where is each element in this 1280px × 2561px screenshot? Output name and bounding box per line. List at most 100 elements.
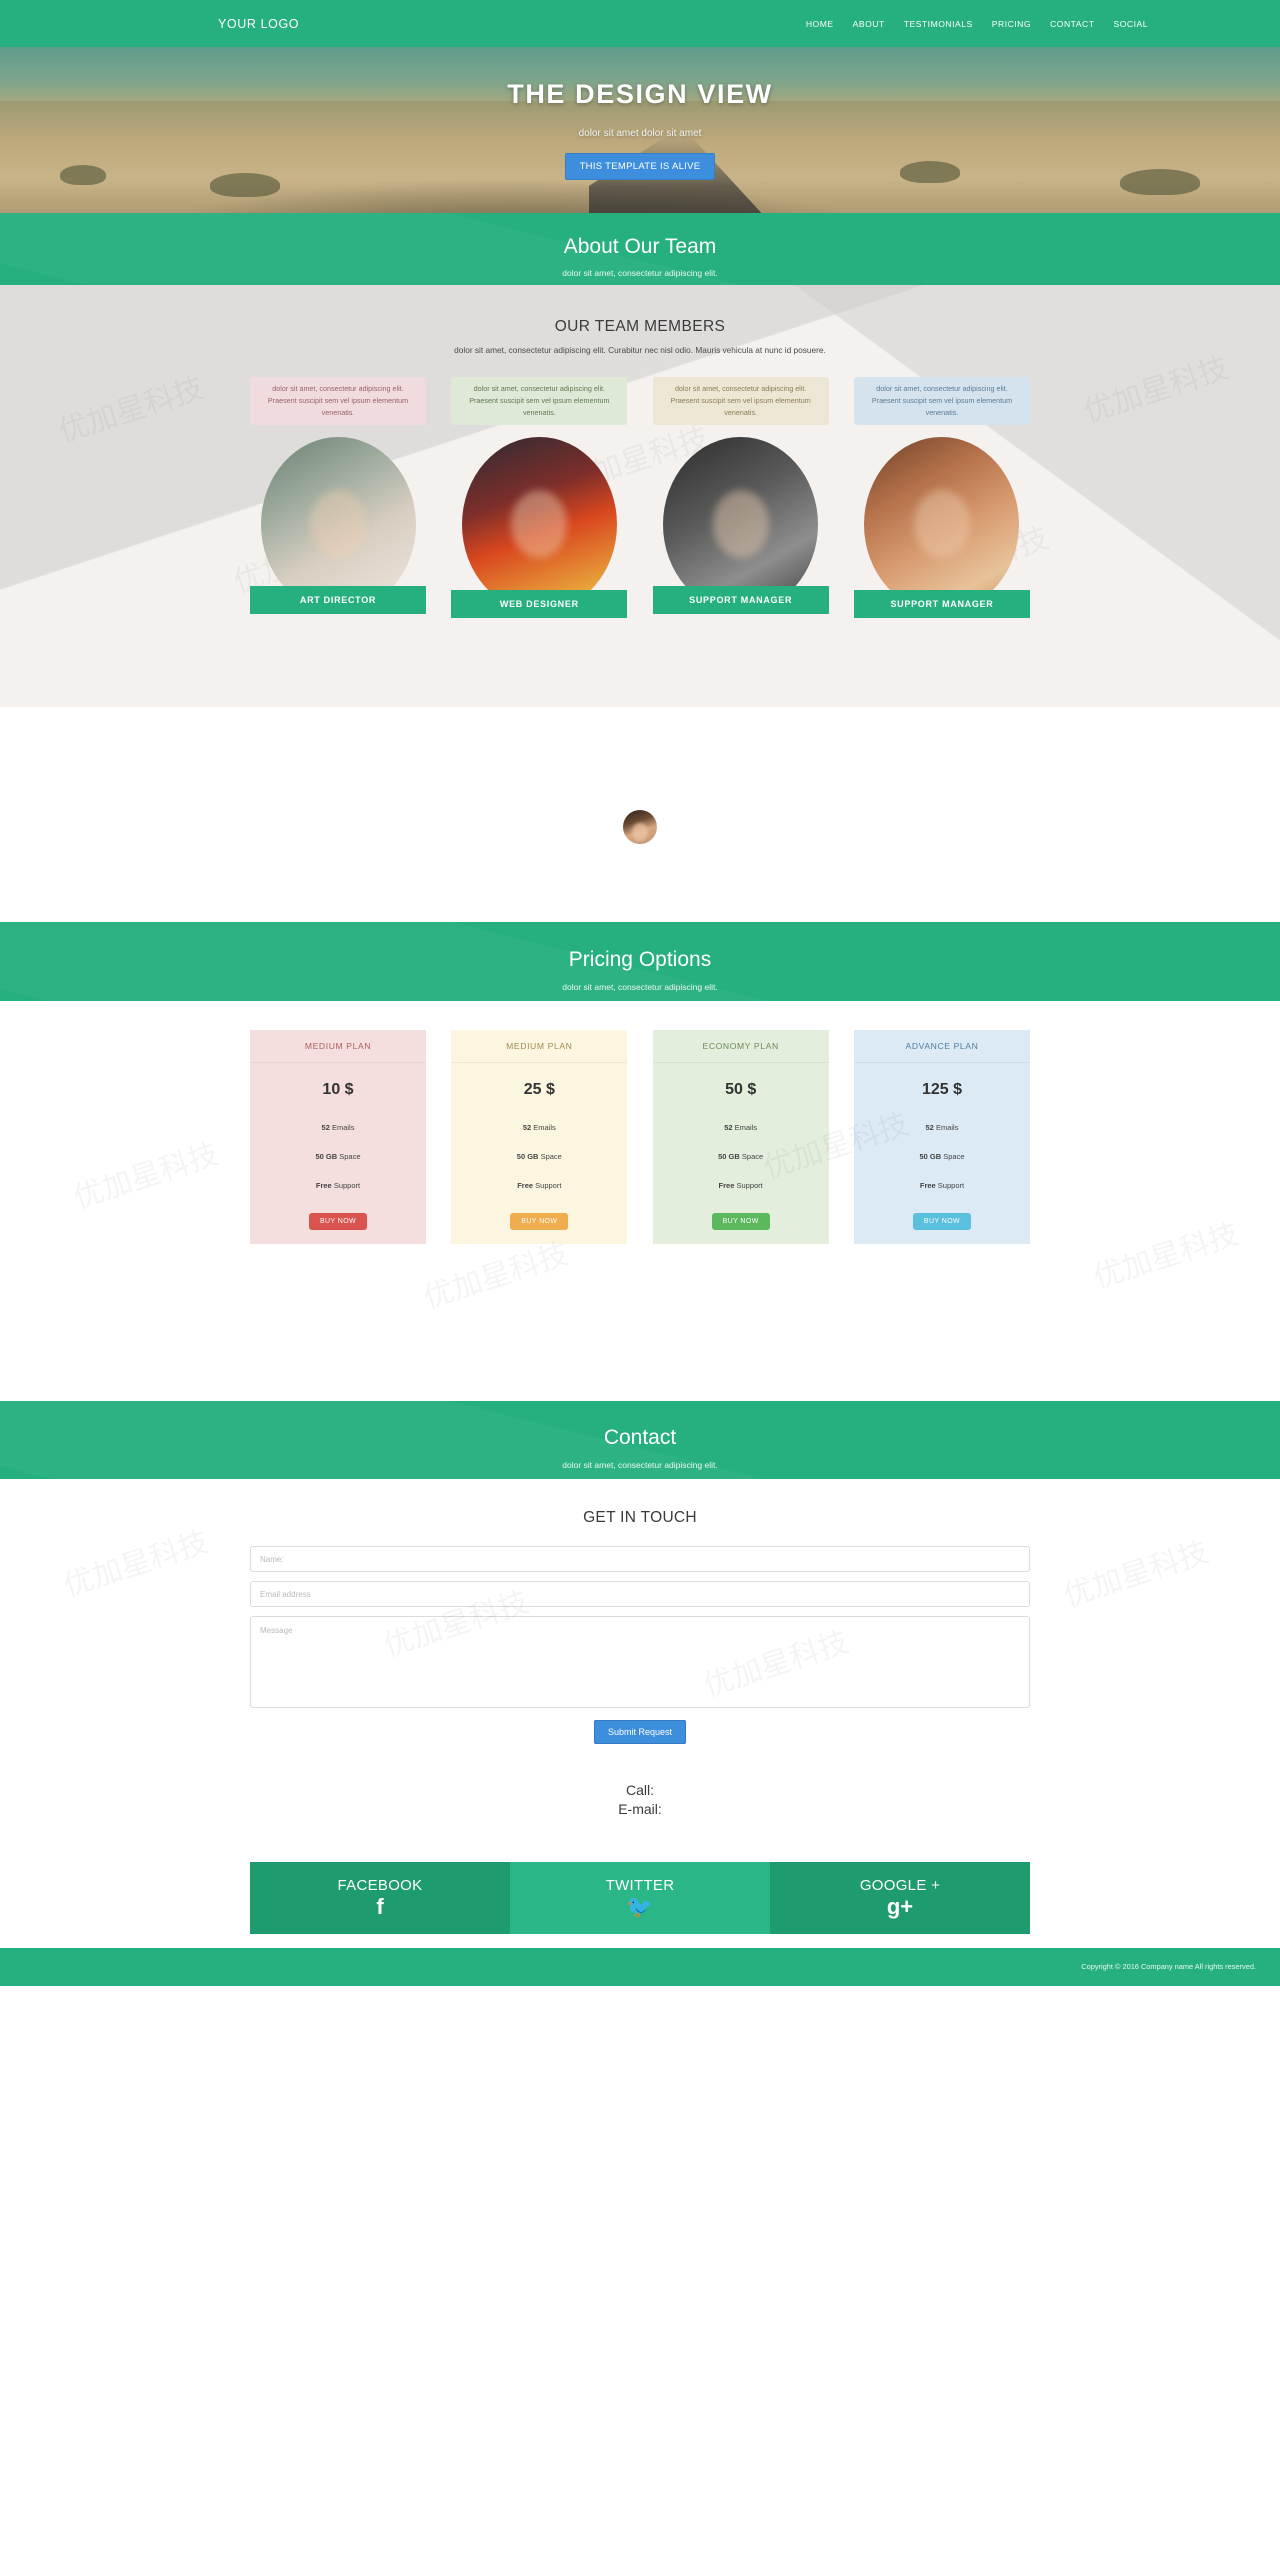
message-textarea[interactable] [250, 1616, 1030, 1708]
nav-item-testimonials[interactable]: TESTIMONIALS [904, 19, 973, 29]
plan-emails-label: Emails [933, 1123, 959, 1132]
social-tile-twitter[interactable]: TWITTER 🐦 [510, 1861, 770, 1934]
team-member-role[interactable]: WEB DESIGNER [451, 590, 628, 618]
social-tile-google-plus[interactable]: GOOGLE + g+ [770, 1861, 1030, 1934]
buy-now-button[interactable]: BUY NOW [912, 1213, 972, 1230]
buy-now-button[interactable]: BUY NOW [510, 1213, 569, 1230]
email-label: E-mail: [618, 1801, 662, 1818]
plan-space-value: 50 GB [516, 1152, 539, 1161]
plan-price: 25 $ [523, 1081, 555, 1098]
plan-name: ADVANCE PLAN [853, 1030, 1030, 1063]
plan-emails-value: 52 [321, 1123, 330, 1132]
team-member-card: dolor sit amet, consectetur adipiscing e… [853, 377, 1030, 618]
team-member-role[interactable]: ART DIRECTOR [250, 586, 426, 614]
team-subheading: dolor sit amet, consectetur adipiscing e… [454, 345, 826, 355]
plan-emails-value: 52 [522, 1123, 532, 1132]
submit-request-button[interactable]: Submit Request [593, 1720, 687, 1744]
pricing-card: ECONOMY PLAN 50 $ 52 Emails 50 GB Space … [652, 1030, 829, 1244]
plan-price: 50 $ [725, 1081, 757, 1098]
plan-name: ECONOMY PLAN [652, 1030, 829, 1063]
plan-feature-emails: 52 Emails [653, 1123, 829, 1132]
pricing-card: MEDIUM PLAN 10 $ 52 Emails 50 GB Space F… [250, 1030, 426, 1244]
call-label: Call: [625, 1782, 654, 1798]
plan-support-label: Support [935, 1181, 965, 1190]
plan-support-value: Free [718, 1181, 735, 1190]
hero-cta-button[interactable]: THIS TEMPLATE IS ALIVE [564, 153, 716, 180]
plan-support-label: Support [734, 1181, 763, 1190]
hero-subtitle: dolor sit amet dolor sit amet [578, 128, 702, 139]
contact-section: 优加星科技 优加星科技 优加星科技 优加星科技 GET IN TOUCH Sub… [0, 1479, 1280, 1934]
plan-support-value: Free [315, 1181, 332, 1190]
facebook-icon: f [376, 1894, 384, 1920]
team-member-description: dolor sit amet, consectetur adipiscing e… [250, 377, 426, 425]
nav-item-pricing[interactable]: PRICING [992, 19, 1031, 29]
plan-name: MEDIUM PLAN [250, 1030, 426, 1063]
team-member-photo [864, 437, 1020, 612]
team-member-photo [461, 437, 617, 612]
plan-feature-space: 50 GB Space [451, 1152, 627, 1161]
plan-emails-label: Emails [732, 1123, 758, 1132]
google-plus-icon: g+ [886, 1894, 914, 1920]
site-logo[interactable]: YOUR LOGO [120, 17, 299, 31]
plan-feature-emails: 52 Emails [451, 1123, 627, 1132]
plan-name: MEDIUM PLAN [451, 1030, 628, 1063]
plan-feature-support: Free Support [451, 1181, 627, 1190]
name-input[interactable] [250, 1546, 1030, 1572]
plan-feature-space: 50 GB Space [854, 1152, 1030, 1161]
buy-now-button[interactable]: BUY NOW [308, 1213, 368, 1230]
buy-now-button[interactable]: BUY NOW [711, 1213, 770, 1230]
team-member-role[interactable]: SUPPORT MANAGER [652, 586, 829, 614]
plan-feature-emails: 52 Emails [854, 1123, 1030, 1132]
team-heading: OUR TEAM MEMBERS [554, 318, 726, 335]
team-member-card: dolor sit amet, consectetur adipiscing e… [652, 377, 829, 614]
social-label-facebook: FACEBOOK [337, 1877, 423, 1895]
contact-details: Call: E-mail: [0, 1781, 1280, 1820]
hero-banner: THE DESIGN VIEW dolor sit amet dolor sit… [0, 47, 1280, 213]
contact-subtitle: dolor sit amet, consectetur adipiscing e… [562, 1460, 718, 1470]
about-subtitle: dolor sit amet, consectetur adipiscing e… [562, 268, 718, 278]
contact-title: Contact [603, 1426, 677, 1449]
plan-feature-support: Free Support [653, 1181, 829, 1190]
nav-item-contact[interactable]: CONTACT [1050, 19, 1094, 29]
plan-support-value: Free [919, 1181, 936, 1190]
about-section-header: About Our Team dolor sit amet, consectet… [0, 213, 1280, 285]
nav-item-social[interactable]: SOCIAL [1113, 19, 1148, 29]
team-member-description: dolor sit amet, consectetur adipiscing e… [853, 377, 1030, 425]
pricing-card: MEDIUM PLAN 25 $ 52 Emails 50 GB Space F… [451, 1030, 628, 1244]
plan-feature-space: 50 GB Space [653, 1152, 829, 1161]
social-label-google-plus: GOOGLE + [859, 1877, 941, 1895]
social-links: FACEBOOK f TWITTER 🐦 GOOGLE + g+ [250, 1861, 1030, 1934]
team-member-description: dolor sit amet, consectetur adipiscing e… [451, 377, 628, 425]
nav-links: HOME ABOUT TESTIMONIALS PRICING CONTACT … [806, 19, 1160, 29]
copyright-text: Copyright © 2016 Company name All rights… [1081, 1962, 1256, 1972]
pricing-section: 优加星科技 优加星科技 优加星科技 优加星科技 MEDIUM PLAN 10 $… [0, 1001, 1280, 1401]
plan-emails-label: Emails [531, 1123, 556, 1132]
social-label-twitter: TWITTER [605, 1877, 675, 1895]
plan-space-value: 50 GB [315, 1152, 338, 1161]
team-member-role[interactable]: SUPPORT MANAGER [853, 590, 1030, 618]
plan-space-label: Space [739, 1152, 764, 1161]
nav-item-about[interactable]: ABOUT [853, 19, 885, 29]
plan-space-label: Space [337, 1152, 361, 1161]
plan-space-label: Space [941, 1152, 965, 1161]
pricing-grid: MEDIUM PLAN 10 $ 52 Emails 50 GB Space F… [250, 1030, 1030, 1244]
pricing-card: ADVANCE PLAN 125 $ 52 Emails 50 GB Space… [853, 1030, 1030, 1244]
testimonial-avatar [623, 810, 657, 844]
email-input[interactable] [250, 1581, 1030, 1607]
plan-emails-value: 52 [925, 1123, 934, 1132]
team-member-description: dolor sit amet, consectetur adipiscing e… [652, 377, 829, 425]
hero-title: THE DESIGN VIEW [507, 79, 773, 109]
plan-support-label: Support [331, 1181, 361, 1190]
team-member-card: dolor sit amet, consectetur adipiscing e… [451, 377, 628, 618]
pricing-subtitle: dolor sit amet, consectetur adipiscing e… [562, 982, 718, 992]
top-navbar: YOUR LOGO HOME ABOUT TESTIMONIALS PRICIN… [0, 0, 1280, 47]
plan-space-value: 50 GB [718, 1152, 740, 1161]
nav-item-home[interactable]: HOME [806, 19, 834, 29]
plan-price: 125 $ [921, 1081, 962, 1098]
plan-support-value: Free [517, 1181, 534, 1190]
plan-support-label: Support [533, 1181, 562, 1190]
social-tile-facebook[interactable]: FACEBOOK f [250, 1861, 510, 1934]
plan-emails-value: 52 [724, 1123, 733, 1132]
contact-form: Submit Request [250, 1546, 1030, 1744]
plan-space-label: Space [538, 1152, 562, 1161]
